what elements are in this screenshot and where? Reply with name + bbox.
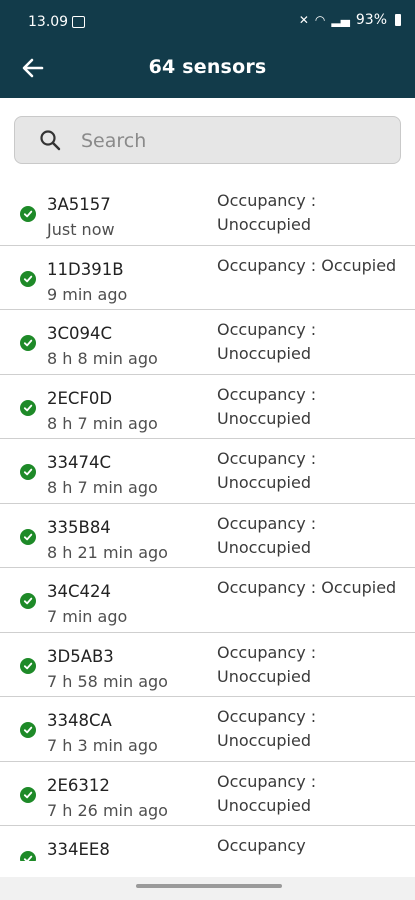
status-icons: ✕ ◠ ▂▄ 93%: [299, 12, 401, 28]
sensor-id: 3348CA: [47, 711, 112, 730]
battery-percent: 93%: [355, 12, 387, 28]
sensor-last-seen: 8 h 21 min ago: [47, 542, 168, 562]
battery-icon: [395, 14, 401, 26]
sensor-last-seen: 9 min ago: [47, 284, 128, 304]
sensor-last-seen: 7 h 3 min ago: [47, 736, 158, 755]
check-circle-icon: [20, 206, 36, 222]
status-time: 13.09: [28, 14, 69, 30]
sensor-id: 335B84: [47, 517, 111, 537]
sensor-row[interactable]: 33474C 8 h 7 min ago Occupancy : Unoccup…: [0, 439, 415, 504]
sensor-status: Occupancy : Unoccupied: [217, 449, 317, 492]
check-circle-icon: [20, 464, 36, 480]
sensor-id: 3C094C: [47, 324, 113, 343]
check-circle-icon: [20, 335, 36, 351]
sensor-id: 3A5157: [47, 195, 111, 214]
sensor-status: Occupancy : Unoccupied: [217, 642, 317, 686]
wifi-icon: ◠: [314, 13, 326, 27]
sensor-status: Occupancy : Unoccupied: [217, 384, 317, 428]
search-icon: [40, 130, 61, 151]
sensor-row[interactable]: 3348CA 7 h 3 min ago Occupancy : Unoccup…: [0, 697, 415, 762]
sensor-row[interactable]: 3D5AB3 7 h 58 min ago Occupancy : Unoccu…: [0, 633, 415, 697]
check-circle-icon: [20, 528, 36, 545]
sensor-status: Occupancy: [217, 836, 306, 855]
sensor-id: 334EE8: [47, 840, 110, 859]
sensor-last-seen: Just now: [47, 220, 115, 239]
sensor-row[interactable]: 34C424 7 min ago Occupancy : Occupied: [0, 568, 415, 633]
sensor-status: Occupancy : Unoccupied: [217, 513, 317, 557]
check-circle-icon: [20, 399, 36, 416]
sensor-row[interactable]: 334EE8 Occupancy: [0, 826, 415, 861]
sensor-row[interactable]: 335B84 8 h 21 min ago Occupancy : Unoccu…: [0, 504, 415, 568]
check-circle-icon: [20, 270, 36, 287]
home-gesture-handle[interactable]: [136, 884, 282, 888]
page-title: 64 sensors: [148, 56, 267, 78]
sensor-status: Occupancy : Unoccupied: [217, 771, 317, 815]
check-circle-icon: [20, 722, 36, 738]
sensor-id: 33474C: [47, 453, 112, 472]
system-nav-bar: [0, 877, 415, 900]
search-bar[interactable]: [14, 116, 401, 164]
check-circle-icon: [20, 851, 36, 861]
sensor-last-seen: 7 h 58 min ago: [47, 671, 168, 691]
check-circle-icon: [20, 786, 36, 803]
search-input[interactable]: [79, 125, 383, 157]
sensor-last-seen: 7 min ago: [47, 607, 128, 626]
sensor-status: Occupancy : Unoccupied: [217, 707, 317, 750]
app-header: 13.09 ✕ ◠ ▂▄ 93% 64 sensors: [0, 0, 415, 98]
sensor-last-seen: 8 h 7 min ago: [47, 478, 158, 497]
sensor-row[interactable]: 2E6312 7 h 26 min ago Occupancy : Unoccu…: [0, 762, 415, 826]
sensor-id: 3D5AB3: [47, 646, 114, 666]
sensor-status: Occupancy : Unoccupied: [217, 320, 317, 363]
check-circle-icon: [20, 593, 36, 609]
sensor-list: 3A5157 Just now Occupancy : Unoccupied 1…: [0, 181, 415, 861]
sensor-row[interactable]: 3C094C 8 h 8 min ago Occupancy : Unoccup…: [0, 310, 415, 375]
sensor-id: 2ECF0D: [47, 388, 113, 408]
signal-icon: ▂▄: [331, 13, 350, 27]
sensor-id: 2E6312: [47, 775, 110, 795]
sensor-id: 34C424: [47, 582, 112, 601]
sensor-status: Occupancy : Occupied: [217, 578, 397, 597]
sensor-last-seen: 7 h 26 min ago: [47, 800, 168, 820]
sensor-id: 11D391B: [47, 259, 124, 279]
mute-icon: ✕: [298, 13, 309, 27]
sensor-last-seen: 8 h 7 min ago: [47, 413, 158, 433]
gallery-notification-icon: [72, 16, 85, 28]
sensor-row[interactable]: 11D391B 9 min ago Occupancy : Occupied: [0, 246, 415, 310]
sensor-status: Occupancy : Unoccupied: [217, 191, 317, 234]
sensor-row[interactable]: 2ECF0D 8 h 7 min ago Occupancy : Unoccup…: [0, 375, 415, 439]
sensor-last-seen: 8 h 8 min ago: [47, 349, 158, 368]
check-circle-icon: [20, 657, 36, 674]
sensor-row[interactable]: 3A5157 Just now Occupancy : Unoccupied: [0, 181, 415, 246]
sensor-status: Occupancy : Occupied: [217, 255, 397, 275]
